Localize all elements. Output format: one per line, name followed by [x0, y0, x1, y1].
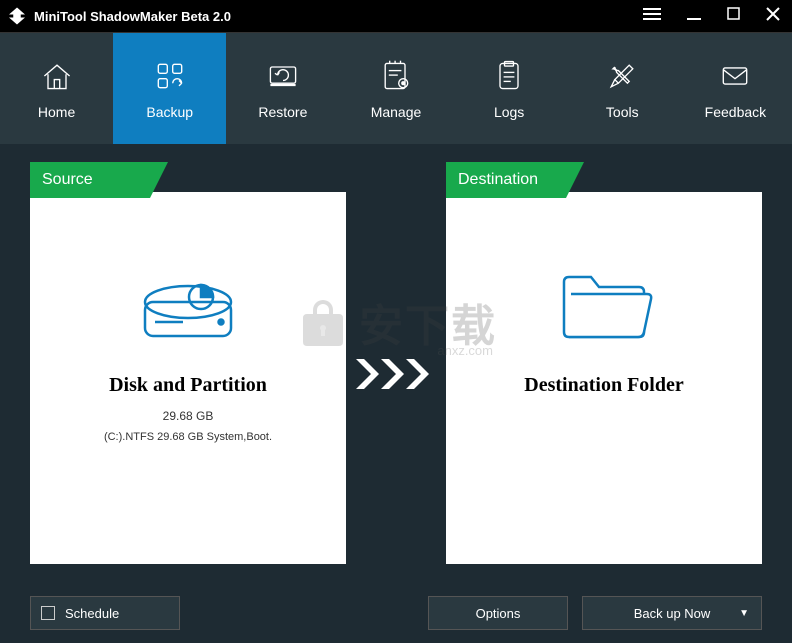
destination-panel-wrap: Destination Destination Folder [446, 162, 762, 556]
destination-title: Destination Folder [446, 374, 762, 397]
destination-header-label: Destination [446, 162, 566, 198]
backup-icon [152, 58, 188, 94]
close-icon[interactable] [762, 3, 784, 30]
tab-feedback[interactable]: Feedback [679, 33, 792, 144]
source-header-label: Source [30, 162, 150, 198]
source-title: Disk and Partition [30, 374, 346, 397]
source-header: Source [30, 162, 150, 198]
menu-icon[interactable] [639, 3, 665, 30]
app-logo-icon [8, 7, 26, 25]
manage-icon [378, 58, 414, 94]
tab-home[interactable]: Home [0, 33, 113, 144]
source-panel-wrap: Source Disk and Partition 29.68 GB (C:).… [30, 162, 346, 556]
tab-backup-label: Backup [146, 104, 193, 120]
tab-backup[interactable]: Backup [113, 33, 226, 144]
tab-restore-label: Restore [258, 104, 307, 120]
folder-icon [446, 192, 762, 362]
home-icon [39, 58, 75, 94]
backup-now-button[interactable]: Back up Now ▼ [582, 596, 762, 630]
main-content: Source Disk and Partition 29.68 GB (C:).… [0, 144, 792, 574]
destination-header: Destination [446, 162, 566, 198]
restore-icon [265, 58, 301, 94]
feedback-icon [717, 58, 753, 94]
tab-logs-label: Logs [494, 104, 524, 120]
main-nav: Home Backup Restore Manage Logs [0, 32, 792, 144]
options-label: Options [476, 606, 521, 621]
tab-feedback-label: Feedback [705, 104, 766, 120]
minimize-icon[interactable] [683, 3, 705, 30]
window-title: MiniTool ShadowMaker Beta 2.0 [34, 9, 639, 24]
schedule-label: Schedule [65, 606, 119, 621]
source-panel[interactable]: Source Disk and Partition 29.68 GB (C:).… [30, 192, 346, 564]
source-size: 29.68 GB [30, 409, 346, 423]
tools-icon [604, 58, 640, 94]
dropdown-arrow-icon[interactable]: ▼ [739, 608, 749, 619]
disk-icon [30, 192, 346, 362]
schedule-button[interactable]: Schedule [30, 596, 180, 630]
window-controls [639, 3, 784, 30]
titlebar: MiniTool ShadowMaker Beta 2.0 [0, 0, 792, 32]
tab-tools[interactable]: Tools [566, 33, 679, 144]
arrow-icon [346, 192, 446, 556]
source-detail: (C:).NTFS 29.68 GB System,Boot. [30, 431, 346, 443]
tab-restore[interactable]: Restore [226, 33, 339, 144]
bottom-bar: Schedule Options Back up Now ▼ [0, 583, 792, 643]
tab-manage[interactable]: Manage [339, 33, 452, 144]
tab-tools-label: Tools [606, 104, 639, 120]
tab-logs[interactable]: Logs [453, 33, 566, 144]
options-button[interactable]: Options [428, 596, 568, 630]
tab-manage-label: Manage [371, 104, 422, 120]
maximize-icon[interactable] [723, 3, 744, 29]
tab-home-label: Home [38, 104, 75, 120]
schedule-checkbox[interactable] [41, 606, 55, 620]
backup-now-label: Back up Now [634, 606, 711, 621]
destination-panel[interactable]: Destination Destination Folder [446, 192, 762, 564]
logs-icon [491, 58, 527, 94]
